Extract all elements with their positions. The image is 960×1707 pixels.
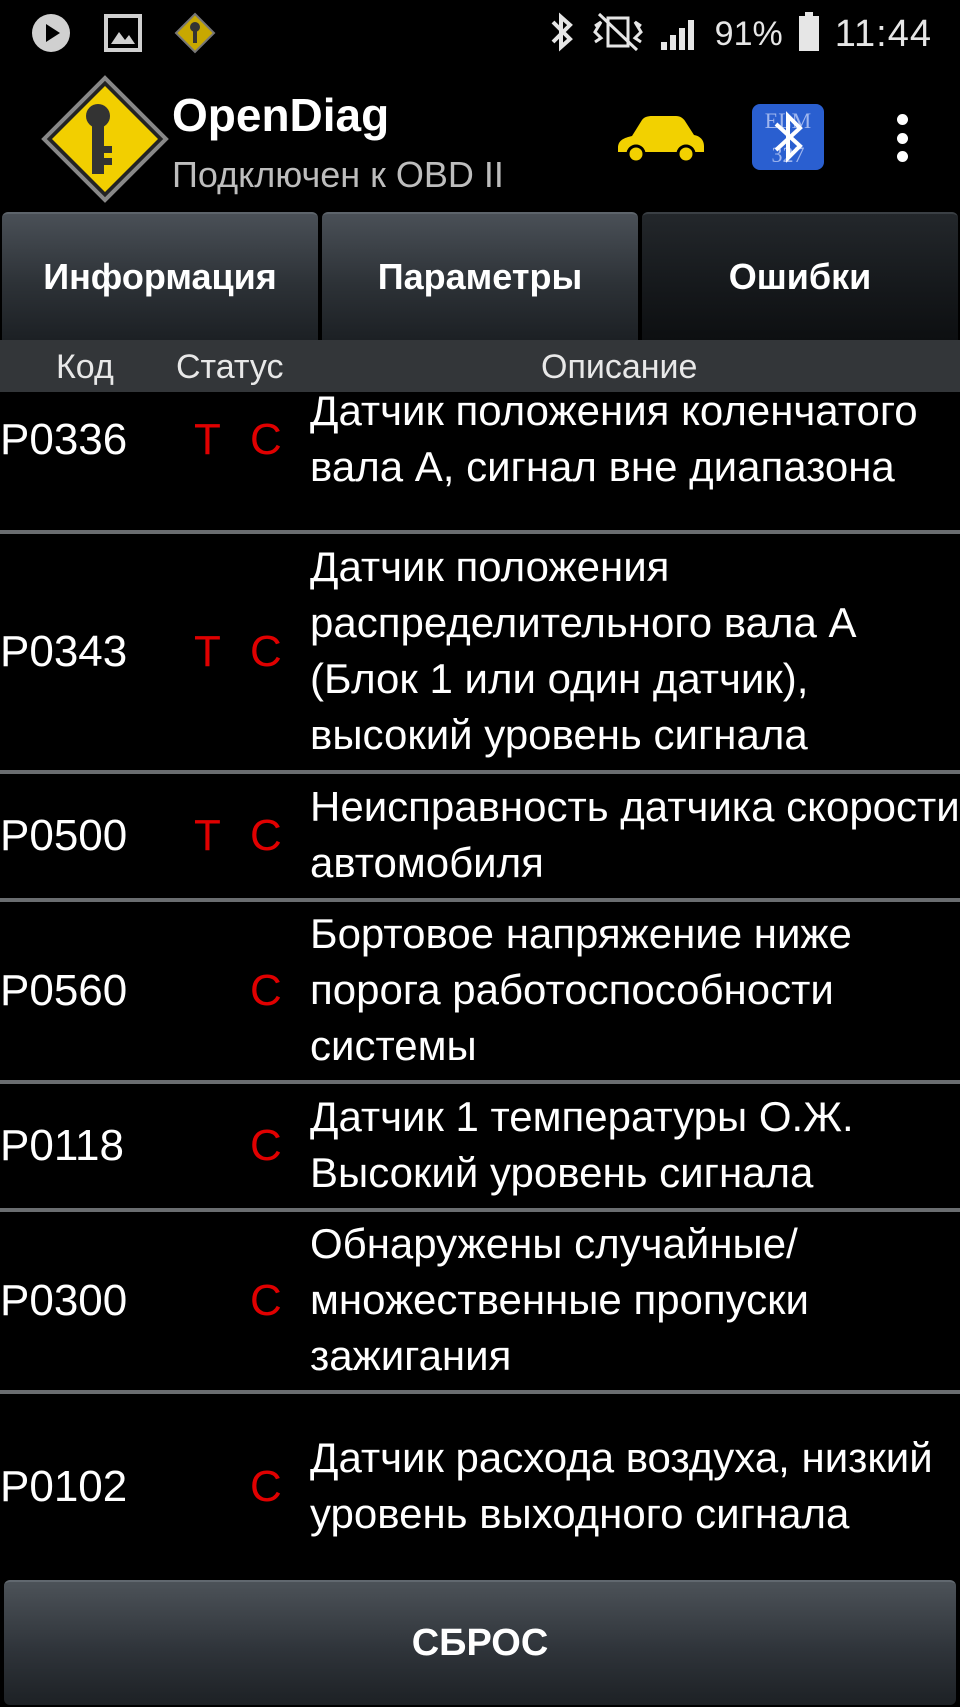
reset-button-label: СБРОС: [411, 1622, 549, 1664]
clock: 11:44: [834, 12, 932, 55]
tab-information[interactable]: Информация: [2, 212, 318, 340]
error-list[interactable]: P0336 T C Датчик положения коленчатого в…: [0, 392, 960, 1580]
error-description: Обнаружены случайные/ множественные проп…: [310, 1220, 810, 1379]
error-description: Датчик расхода воздуха, низкий уровень в…: [310, 1434, 933, 1537]
error-code: P0118: [0, 1121, 124, 1170]
tab-label: Ошибки: [728, 256, 872, 297]
error-description: Бортовое напряжение ниже порога работосп…: [310, 910, 852, 1069]
status-c: C: [250, 1121, 282, 1170]
status-bar: 91% 11:44: [0, 0, 960, 66]
header-description: Описание: [541, 348, 698, 386]
table-row[interactable]: P0336 T C Датчик положения коленчатого в…: [0, 392, 960, 534]
table-row[interactable]: P0500 T C Неисправность датчика скорости…: [0, 774, 960, 902]
play-icon: [30, 12, 72, 54]
error-description: Датчик положения коленчатого вала А, сиг…: [310, 392, 918, 490]
image-icon: [102, 12, 144, 54]
error-description: Датчик 1 температуры О.Ж. Высокий уровен…: [310, 1093, 854, 1196]
status-t: T: [194, 811, 221, 860]
header-status: Статус: [176, 348, 284, 386]
bluetooth-elm327-icon[interactable]: ELM 327: [750, 102, 826, 172]
app-logo: [40, 74, 170, 204]
status-t: T: [194, 415, 221, 464]
status-c: C: [250, 415, 282, 464]
battery-icon: [797, 11, 821, 58]
error-code: P0300: [0, 1276, 128, 1325]
status-c: C: [250, 1462, 282, 1511]
table-row[interactable]: P0102 C Датчик расхода воздуха, низкий у…: [0, 1394, 960, 1580]
error-code: P0336: [0, 415, 128, 464]
error-code: P0343: [0, 627, 128, 676]
error-code: P0102: [0, 1462, 128, 1511]
opendiag-notification-icon: [174, 12, 216, 54]
status-c: C: [250, 627, 282, 676]
status-c: C: [250, 966, 282, 1015]
vibrate-mute-icon: [591, 12, 645, 57]
table-row[interactable]: P0118 C Датчик 1 температуры О.Ж. Высоки…: [0, 1084, 960, 1212]
status-c: C: [250, 1276, 282, 1325]
overflow-menu-icon[interactable]: [884, 106, 920, 170]
signal-icon: [659, 12, 701, 57]
action-bar: OpenDiag Подключен к OBD II ELM 327: [0, 66, 960, 206]
status-t: T: [194, 627, 221, 676]
app-title: OpenDiag: [172, 89, 390, 141]
error-code: P0560: [0, 966, 128, 1015]
menu-dot: [896, 151, 908, 162]
table-header: Код Статус Описание: [0, 340, 960, 392]
header-code: Код: [56, 348, 114, 386]
menu-dot: [896, 132, 908, 144]
error-description: Датчик положения распределительного вала…: [310, 543, 857, 758]
tab-label: Параметры: [377, 256, 583, 297]
tab-bar: Информация Параметры Ошибки: [0, 212, 960, 340]
reset-button[interactable]: СБРОС: [4, 1580, 956, 1705]
status-c: C: [250, 811, 282, 860]
tab-label: Информация: [43, 256, 277, 297]
bluetooth-icon: [547, 11, 577, 58]
error-description: Неисправность датчика скорости автомобил…: [310, 783, 960, 886]
error-code: P0500: [0, 811, 128, 860]
menu-dot: [896, 114, 908, 125]
status-bar-system: 91% 11:44: [547, 6, 932, 62]
status-bar-notifications: [30, 12, 216, 54]
car-icon[interactable]: [612, 108, 708, 172]
table-row[interactable]: P0300 C Обнаружены случайные/ множествен…: [0, 1212, 960, 1394]
connection-status: Подключен к OBD II: [172, 154, 504, 195]
table-row[interactable]: P0343 T C Датчик положения распределител…: [0, 534, 960, 774]
battery-percent: 91%: [714, 14, 783, 53]
table-row[interactable]: P0560 C Бортовое напряжение ниже порога …: [0, 902, 960, 1084]
tab-parameters[interactable]: Параметры: [322, 212, 638, 340]
tab-errors[interactable]: Ошибки: [642, 212, 958, 340]
